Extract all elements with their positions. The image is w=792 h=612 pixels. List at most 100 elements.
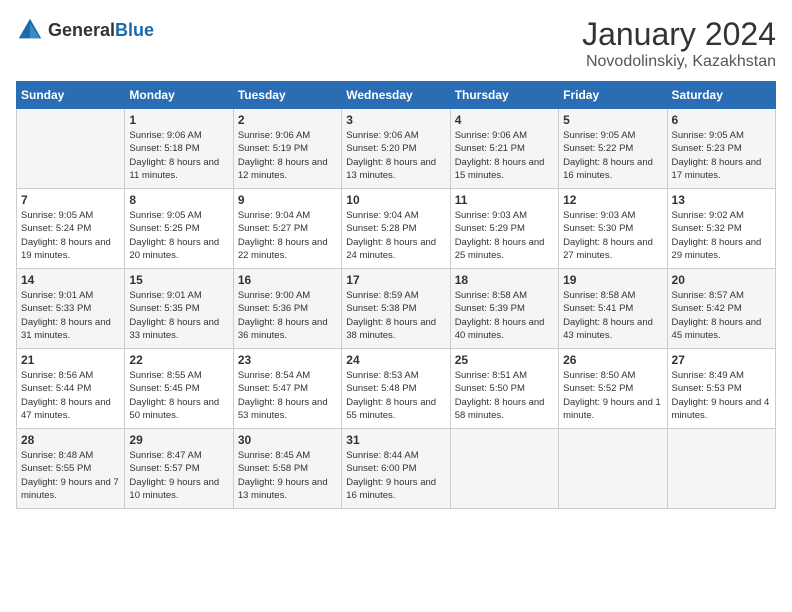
calendar-day-cell: 8 Sunrise: 9:05 AMSunset: 5:25 PMDaylight… bbox=[125, 189, 233, 269]
day-info: Sunrise: 9:05 AMSunset: 5:25 PMDaylight:… bbox=[129, 209, 228, 262]
calendar-day-cell: 23 Sunrise: 8:54 AMSunset: 5:47 PMDayligh… bbox=[233, 349, 341, 429]
calendar-week-row: 1Sunrise: 9:06 AMSunset: 5:18 PMDaylight… bbox=[17, 109, 776, 189]
calendar-day-cell: 12 Sunrise: 9:03 AMSunset: 5:30 PMDayligh… bbox=[559, 189, 667, 269]
day-number: 29 bbox=[129, 433, 228, 447]
day-number: 12 bbox=[563, 193, 662, 207]
weekday-header-cell: Wednesday bbox=[342, 82, 450, 109]
day-number: 14 bbox=[21, 273, 120, 287]
day-number: 7 bbox=[21, 193, 120, 207]
weekday-header-row: SundayMondayTuesdayWednesdayThursdayFrid… bbox=[17, 82, 776, 109]
day-info: Sunrise: 9:06 AMSunset: 5:21 PMDaylight:… bbox=[455, 129, 554, 182]
calendar-week-row: 28Sunrise: 8:48 AMSunset: 5:55 PMDayligh… bbox=[17, 429, 776, 509]
calendar-day-cell: 30Sunrise: 8:45 AMSunset: 5:58 PMDayligh… bbox=[233, 429, 341, 509]
weekday-header-cell: Sunday bbox=[17, 82, 125, 109]
calendar-day-cell: 6Sunrise: 9:05 AMSunset: 5:23 PMDaylight… bbox=[667, 109, 775, 189]
calendar-day-cell bbox=[17, 109, 125, 189]
day-number: 9 bbox=[238, 193, 337, 207]
calendar-day-cell: 10 Sunrise: 9:04 AMSunset: 5:28 PMDayligh… bbox=[342, 189, 450, 269]
weekday-header-cell: Monday bbox=[125, 82, 233, 109]
logo: GeneralBlue bbox=[16, 16, 154, 44]
day-number: 24 bbox=[346, 353, 445, 367]
calendar-day-cell: 21 Sunrise: 8:56 AMSunset: 5:44 PMDayligh… bbox=[17, 349, 125, 429]
day-number: 22 bbox=[129, 353, 228, 367]
day-info: Sunrise: 9:06 AMSunset: 5:20 PMDaylight:… bbox=[346, 129, 445, 182]
day-number: 16 bbox=[238, 273, 337, 287]
day-info: Sunrise: 9:04 AMSunset: 5:27 PMDaylight:… bbox=[238, 209, 337, 262]
day-number: 27 bbox=[672, 353, 771, 367]
calendar-day-cell: 20Sunrise: 8:57 AMSunset: 5:42 PMDayligh… bbox=[667, 269, 775, 349]
day-info: Sunrise: 8:54 AMSunset: 5:47 PMDaylight:… bbox=[238, 369, 337, 422]
calendar-day-cell: 19 Sunrise: 8:58 AMSunset: 5:41 PMDayligh… bbox=[559, 269, 667, 349]
calendar-day-cell bbox=[559, 429, 667, 509]
calendar-day-cell: 5 Sunrise: 9:05 AMSunset: 5:22 PMDaylight… bbox=[559, 109, 667, 189]
day-info: Sunrise: 8:55 AMSunset: 5:45 PMDaylight:… bbox=[129, 369, 228, 422]
day-number: 25 bbox=[455, 353, 554, 367]
calendar-table: SundayMondayTuesdayWednesdayThursdayFrid… bbox=[16, 81, 776, 509]
day-info: Sunrise: 9:01 AMSunset: 5:35 PMDaylight:… bbox=[129, 289, 228, 342]
calendar-day-cell: 4 Sunrise: 9:06 AMSunset: 5:21 PMDaylight… bbox=[450, 109, 558, 189]
calendar-day-cell: 13 Sunrise: 9:02 AMSunset: 5:32 PMDayligh… bbox=[667, 189, 775, 269]
day-number: 23 bbox=[238, 353, 337, 367]
calendar-day-cell: 29 Sunrise: 8:47 AMSunset: 5:57 PMDayligh… bbox=[125, 429, 233, 509]
location-title: Novodolinskiy, Kazakhstan bbox=[582, 53, 776, 71]
calendar-day-cell: 18Sunrise: 8:58 AMSunset: 5:39 PMDayligh… bbox=[450, 269, 558, 349]
weekday-header-cell: Thursday bbox=[450, 82, 558, 109]
day-info: Sunrise: 8:53 AMSunset: 5:48 PMDaylight:… bbox=[346, 369, 445, 422]
day-info: Sunrise: 9:06 AMSunset: 5:19 PMDaylight:… bbox=[238, 129, 337, 182]
title-area: January 2024 Novodolinskiy, Kazakhstan bbox=[582, 16, 776, 71]
calendar-day-cell: 1Sunrise: 9:06 AMSunset: 5:18 PMDaylight… bbox=[125, 109, 233, 189]
day-info: Sunrise: 9:05 AMSunset: 5:22 PMDaylight:… bbox=[563, 129, 662, 182]
day-number: 19 bbox=[563, 273, 662, 287]
logo-general: General bbox=[48, 20, 115, 40]
calendar-day-cell: 24 Sunrise: 8:53 AMSunset: 5:48 PMDayligh… bbox=[342, 349, 450, 429]
calendar-day-cell: 14Sunrise: 9:01 AMSunset: 5:33 PMDayligh… bbox=[17, 269, 125, 349]
day-number: 8 bbox=[129, 193, 228, 207]
day-info: Sunrise: 9:00 AMSunset: 5:36 PMDaylight:… bbox=[238, 289, 337, 342]
day-number: 10 bbox=[346, 193, 445, 207]
day-info: Sunrise: 9:06 AMSunset: 5:18 PMDaylight:… bbox=[129, 129, 228, 182]
day-info: Sunrise: 8:51 AMSunset: 5:50 PMDaylight:… bbox=[455, 369, 554, 422]
day-number: 2 bbox=[238, 113, 337, 127]
calendar-day-cell: 7 Sunrise: 9:05 AMSunset: 5:24 PMDaylight… bbox=[17, 189, 125, 269]
day-number: 4 bbox=[455, 113, 554, 127]
day-number: 11 bbox=[455, 193, 554, 207]
calendar-day-cell bbox=[450, 429, 558, 509]
day-info: Sunrise: 8:56 AMSunset: 5:44 PMDaylight:… bbox=[21, 369, 120, 422]
day-info: Sunrise: 8:57 AMSunset: 5:42 PMDaylight:… bbox=[672, 289, 771, 342]
day-info: Sunrise: 9:03 AMSunset: 5:29 PMDaylight:… bbox=[455, 209, 554, 262]
calendar-day-cell: 27Sunrise: 8:49 AMSunset: 5:53 PMDayligh… bbox=[667, 349, 775, 429]
day-info: Sunrise: 8:58 AMSunset: 5:41 PMDaylight:… bbox=[563, 289, 662, 342]
calendar-body: 1Sunrise: 9:06 AMSunset: 5:18 PMDaylight… bbox=[17, 109, 776, 509]
calendar-day-cell: 25 Sunrise: 8:51 AMSunset: 5:50 PMDayligh… bbox=[450, 349, 558, 429]
calendar-day-cell: 26 Sunrise: 8:50 AMSunset: 5:52 PMDayligh… bbox=[559, 349, 667, 429]
calendar-week-row: 7 Sunrise: 9:05 AMSunset: 5:24 PMDaylight… bbox=[17, 189, 776, 269]
calendar-day-cell: 28Sunrise: 8:48 AMSunset: 5:55 PMDayligh… bbox=[17, 429, 125, 509]
calendar-week-row: 21 Sunrise: 8:56 AMSunset: 5:44 PMDayligh… bbox=[17, 349, 776, 429]
calendar-day-cell: 2 Sunrise: 9:06 AMSunset: 5:19 PMDaylight… bbox=[233, 109, 341, 189]
day-number: 31 bbox=[346, 433, 445, 447]
calendar-day-cell: 11 Sunrise: 9:03 AMSunset: 5:29 PMDayligh… bbox=[450, 189, 558, 269]
day-number: 21 bbox=[21, 353, 120, 367]
day-info: Sunrise: 8:48 AMSunset: 5:55 PMDaylight:… bbox=[21, 449, 120, 502]
day-info: Sunrise: 8:44 AMSunset: 6:00 PMDaylight:… bbox=[346, 449, 445, 502]
weekday-header-cell: Tuesday bbox=[233, 82, 341, 109]
calendar-day-cell: 17Sunrise: 8:59 AMSunset: 5:38 PMDayligh… bbox=[342, 269, 450, 349]
day-number: 5 bbox=[563, 113, 662, 127]
day-info: Sunrise: 8:58 AMSunset: 5:39 PMDaylight:… bbox=[455, 289, 554, 342]
day-info: Sunrise: 9:04 AMSunset: 5:28 PMDaylight:… bbox=[346, 209, 445, 262]
day-info: Sunrise: 8:47 AMSunset: 5:57 PMDaylight:… bbox=[129, 449, 228, 502]
logo-blue: Blue bbox=[115, 20, 154, 40]
day-info: Sunrise: 8:50 AMSunset: 5:52 PMDaylight:… bbox=[563, 369, 662, 422]
calendar-day-cell: 31 Sunrise: 8:44 AMSunset: 6:00 PMDayligh… bbox=[342, 429, 450, 509]
day-info: Sunrise: 8:59 AMSunset: 5:38 PMDaylight:… bbox=[346, 289, 445, 342]
day-number: 26 bbox=[563, 353, 662, 367]
calendar-day-cell: 3Sunrise: 9:06 AMSunset: 5:20 PMDaylight… bbox=[342, 109, 450, 189]
day-info: Sunrise: 9:02 AMSunset: 5:32 PMDaylight:… bbox=[672, 209, 771, 262]
weekday-header-cell: Saturday bbox=[667, 82, 775, 109]
day-number: 13 bbox=[672, 193, 771, 207]
day-info: Sunrise: 9:03 AMSunset: 5:30 PMDaylight:… bbox=[563, 209, 662, 262]
weekday-header-cell: Friday bbox=[559, 82, 667, 109]
day-info: Sunrise: 9:05 AMSunset: 5:24 PMDaylight:… bbox=[21, 209, 120, 262]
calendar-day-cell: 16 Sunrise: 9:00 AMSunset: 5:36 PMDayligh… bbox=[233, 269, 341, 349]
header: GeneralBlue January 2024 Novodolinskiy, … bbox=[16, 16, 776, 71]
